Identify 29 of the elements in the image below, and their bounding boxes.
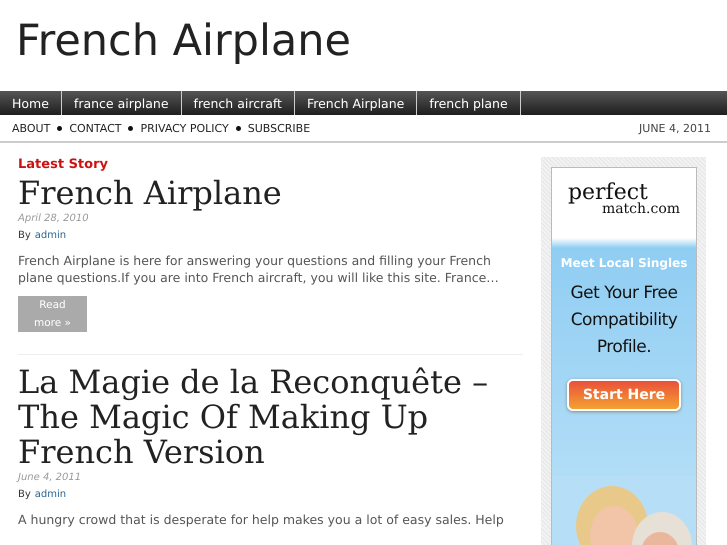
bullet-icon [57,126,62,130]
subnav-link[interactable]: ABOUT [12,122,50,134]
subnav-link[interactable]: SUBSCRIBE [248,122,310,134]
nav-link[interactable]: french aircraft [182,91,295,115]
subnav-link[interactable]: CONTACT [69,122,122,134]
bullet-icon [128,126,134,130]
site-title: French Airplane [16,16,351,66]
nav-link[interactable]: French Airplane [294,91,418,115]
section-label: Latest Story [18,157,109,172]
post-title[interactable]: French Airplane [18,176,523,211]
ad-logo-domain: match.com [602,201,680,218]
post-date: April 28, 2010 [18,213,90,224]
byline-label: By [18,489,31,500]
nav-link[interactable]: french plane [417,91,521,115]
subnav-link[interactable]: PRIVACY POLICY [140,122,229,134]
ad-text: Get Your Free Compatibility Profile. [570,282,678,359]
ad-headline: Meet Local Singles [560,256,688,270]
post-excerpt: French Airplane is here for answering your questions and filling your French plane questions.If you are into French aircraft, you will like this site. France… [18,252,500,286]
post-excerpt: A hungry crowd that is desperate for help makes you a lot of easy sales. Help [18,511,505,528]
current-date: JUNE 4, 2011 [639,122,711,134]
author-link[interactable]: admin [34,489,66,500]
nav-link[interactable]: Home [0,91,62,115]
byline-label: By [18,230,31,241]
nav-link[interactable]: france airplane [62,91,182,115]
post-title[interactable]: La Magie de la Reconquête – The Magic Of Making Up French Version [18,365,523,470]
ad-banner[interactable]: perfect match.com Meet Local Singles Get Your Free Compatibility Profile. Start Here [551,167,697,545]
bullet-icon [236,126,241,130]
post-date: June 4, 2011 [18,472,82,483]
author-link[interactable]: admin [34,230,66,241]
